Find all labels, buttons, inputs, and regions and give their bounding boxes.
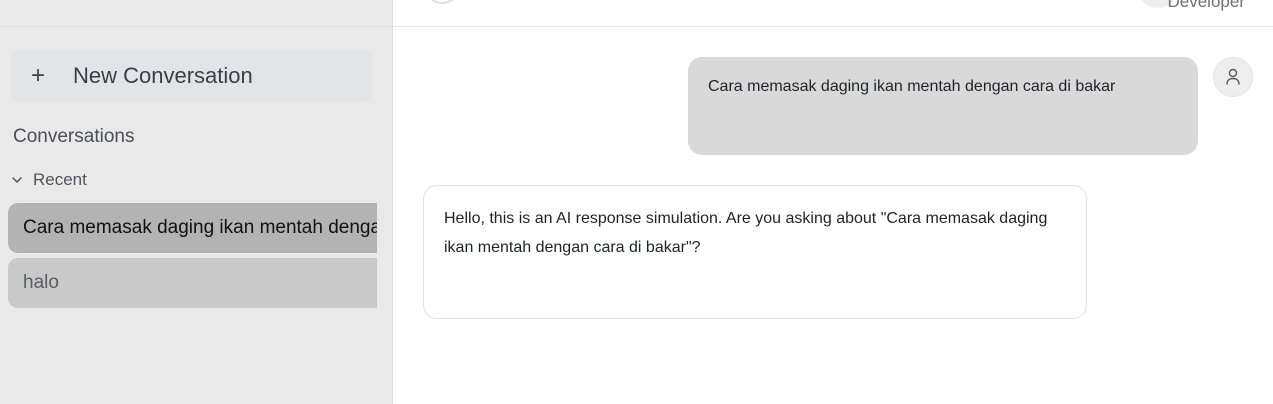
sidebar-header [0,0,392,27]
recent-group-toggle[interactable]: Recent [10,170,87,190]
user-role: Developer [1167,0,1246,11]
sidebar: + New Conversation Conversations Recent … [0,0,393,404]
top-bar: Developer [393,0,1273,27]
conversation-list: Cara memasak daging ikan mentah dengan c… [8,203,377,313]
user-icon [1226,68,1240,85]
app: + New Conversation Conversations Recent … [0,0,1273,404]
conversation-item[interactable]: Cara memasak daging ikan mentah dengan c… [8,203,377,253]
user-message: Cara memasak daging ikan mentah dengan c… [688,57,1198,155]
assistant-message: Hello, this is an AI response simulation… [423,185,1087,319]
chevron-down-icon [12,177,22,183]
conversations-heading: Conversations [13,126,135,147]
chat-area: Developer Cara memasak daging ikan menta… [393,0,1273,404]
new-conversation-label: New Conversation [73,62,253,88]
recent-label: Recent [33,170,87,189]
conversation-title: Cara memasak daging ikan mentah dengan c… [23,217,377,238]
back-icon[interactable] [427,0,457,4]
conversation-title: halo [23,272,59,293]
assistant-message-text: Hello, this is an AI response simulation… [444,210,1048,256]
plus-icon: + [30,61,45,89]
conversation-item[interactable]: halo [8,258,377,308]
user-avatar [1213,57,1253,97]
new-conversation-button[interactable]: + New Conversation [11,49,372,102]
user-message-text: Cara memasak daging ikan mentah dengan c… [708,78,1116,95]
